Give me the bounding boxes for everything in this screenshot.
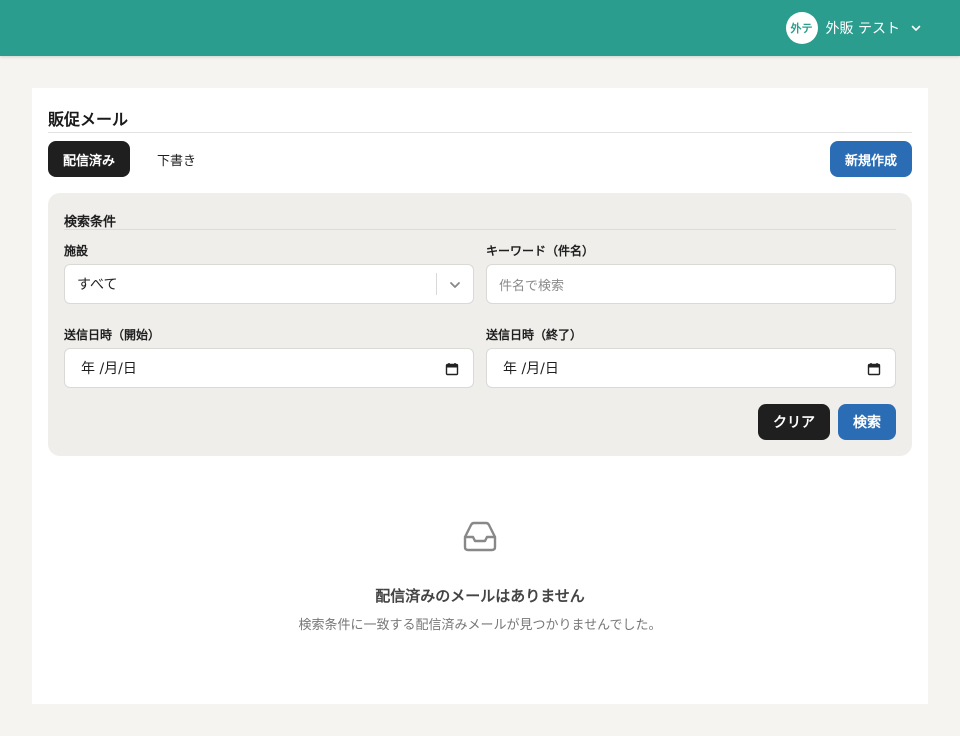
facility-label: 施設 [64,244,89,258]
tab-drafts[interactable]: 下書き [142,141,211,177]
main-card: 販促メール 配信済み 下書き 新規作成 検索条件 施設 すべて キーワード（件名… [32,88,928,704]
inbox-icon [462,521,498,553]
keyword-input[interactable]: 件名で検索 [486,264,896,304]
divider [64,229,896,230]
date-end-label: 送信日時（終了） [486,328,583,342]
facility-select[interactable]: すべて [64,264,474,304]
user-name: 外販 テスト [825,21,900,37]
date-start-input[interactable]: 年 /月/日 [64,348,474,388]
page-title: 販促メール [48,110,129,129]
date-start-label: 送信日時（開始） [64,328,161,342]
date-end-input[interactable]: 年 /月/日 [486,348,896,388]
divider [48,132,912,133]
chevron-down-icon [448,278,462,292]
clear-button[interactable]: クリア [758,404,830,440]
keyword-label: キーワード（件名） [486,244,595,258]
filter-title: 検索条件 [64,215,117,230]
empty-state-message: 検索条件に一致する配信済みメールが見つかりませんでした。 [298,618,662,633]
tab-sent[interactable]: 配信済み [48,141,131,177]
date-start-value: 年 /月/日 [81,361,137,377]
divider [436,273,437,295]
avatar: 外テ [785,12,818,44]
chevron-down-icon [910,22,922,34]
search-filter-panel: 検索条件 施設 すべて キーワード（件名） 件名で検索 送信日時（開始） 年 /… [48,193,912,456]
date-end-value: 年 /月/日 [503,361,559,377]
facility-select-value: すべて [77,277,118,293]
new-button[interactable]: 新規作成 [829,141,912,177]
calendar-icon[interactable] [445,362,459,376]
calendar-icon[interactable] [867,362,881,376]
search-button[interactable]: 検索 [838,404,896,440]
top-bar: 外テ 外販 テスト [0,0,960,56]
empty-state-title: 配信済みのメールはありません [375,587,585,605]
user-menu[interactable]: 外テ 外販 テスト [785,12,922,44]
